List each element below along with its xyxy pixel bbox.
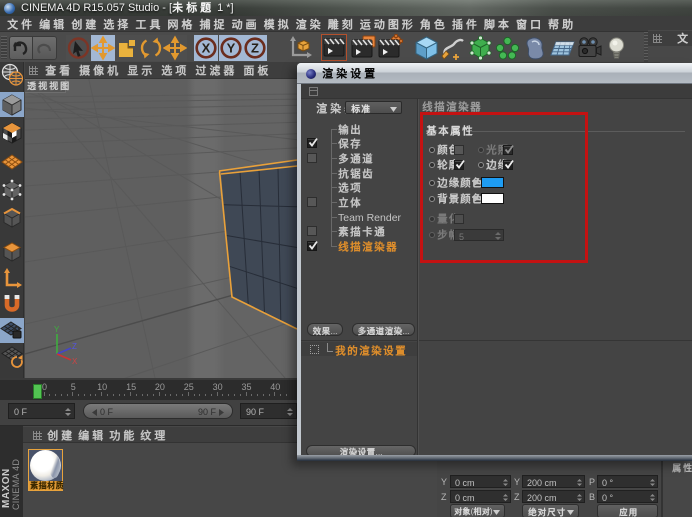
svg-text:Y: Y — [54, 325, 60, 334]
svg-text:Z: Z — [251, 41, 259, 56]
svg-text:Y: Y — [227, 41, 236, 56]
svg-text:Z: Z — [72, 342, 77, 351]
svg-text:X: X — [72, 357, 78, 366]
svg-text:X: X — [202, 41, 211, 56]
